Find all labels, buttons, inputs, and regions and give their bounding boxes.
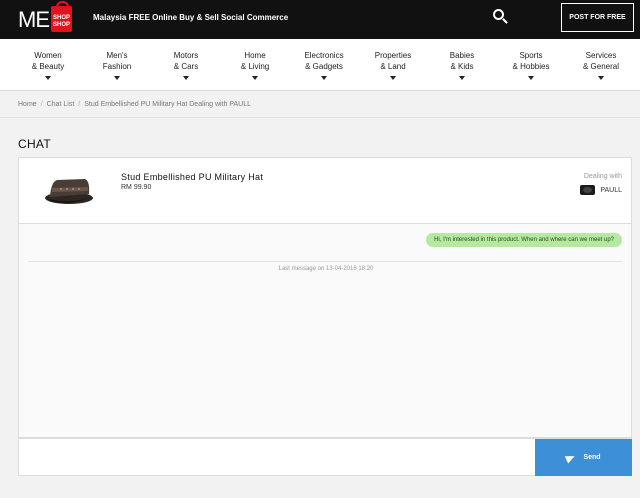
category-menu: Women & Beauty Men's Fashion Motors & Cars … <box>0 39 640 91</box>
top-navbar: ME SHOP SHOP Malaysia FREE Online Buy & … <box>0 0 640 39</box>
category-women-beauty[interactable]: Women & Beauty <box>13 50 83 80</box>
caret-down-icon <box>528 76 534 80</box>
category-mens-fashion[interactable]: Men's Fashion <box>82 50 152 80</box>
product-summary: Stud Embellished PU Military Hat RM 99.9… <box>18 157 632 224</box>
caret-down-icon <box>321 76 327 80</box>
caret-down-icon <box>45 76 51 80</box>
send-button[interactable]: Send <box>535 439 632 476</box>
search-icon[interactable] <box>490 6 510 26</box>
message-input[interactable] <box>19 439 535 475</box>
post-for-free-button[interactable]: POST FOR FREE <box>561 3 634 32</box>
caret-down-icon <box>252 76 258 80</box>
divider <box>28 261 622 262</box>
category-home-living[interactable]: Home & Living <box>220 50 290 80</box>
product-image[interactable] <box>41 164 96 216</box>
breadcrumb-home[interactable]: Home <box>18 101 37 108</box>
breadcrumb-current: Stud Embellished PU Military Hat Dealing… <box>84 101 251 108</box>
shopping-bag-icon: SHOP SHOP <box>51 1 72 32</box>
caret-down-icon <box>598 76 604 80</box>
caret-down-icon <box>459 76 465 80</box>
send-label: Send <box>583 454 601 461</box>
logo-text: ME <box>18 7 50 32</box>
avatar <box>580 185 596 195</box>
site-tagline: Malaysia FREE Online Buy & Sell Social C… <box>93 13 289 22</box>
caret-down-icon <box>114 76 120 80</box>
product-name[interactable]: Stud Embellished PU Military Hat <box>121 172 263 182</box>
product-price: RM 99.90 <box>121 184 152 191</box>
dealer-profile[interactable]: PAULL <box>580 185 622 195</box>
breadcrumb-chat-list[interactable]: Chat List <box>47 101 75 108</box>
caret-down-icon <box>183 76 189 80</box>
category-sports-hobbies[interactable]: Sports & Hobbies <box>496 50 566 80</box>
breadcrumb: Home / Chat List / Stud Embellished PU Milit… <box>18 101 251 108</box>
last-message-timestamp: Last message on 13-04-2016 18:20 <box>278 266 374 272</box>
category-motors-cars[interactable]: Motors & Cars <box>151 50 221 80</box>
caret-down-icon <box>390 76 396 80</box>
category-properties-land[interactable]: Properties & Land <box>358 50 428 80</box>
dealer-name: PAULL <box>600 186 622 194</box>
divider <box>0 117 640 118</box>
category-electronics-gadgets[interactable]: Electronics & Gadgets <box>289 50 359 80</box>
message-composer: Send <box>18 438 632 476</box>
paper-plane-icon <box>565 451 577 464</box>
category-babies-kids[interactable]: Babies & Kids <box>427 50 497 80</box>
message-bubble-outgoing: Hi, I'm interested in this product. When… <box>426 233 622 247</box>
dealing-with-label: Dealing with <box>583 173 622 180</box>
page-title: CHAT <box>18 137 51 151</box>
chat-messages-panel[interactable]: Hi, I'm interested in this product. When… <box>18 224 632 438</box>
category-services-general[interactable]: Services & General <box>566 50 636 80</box>
